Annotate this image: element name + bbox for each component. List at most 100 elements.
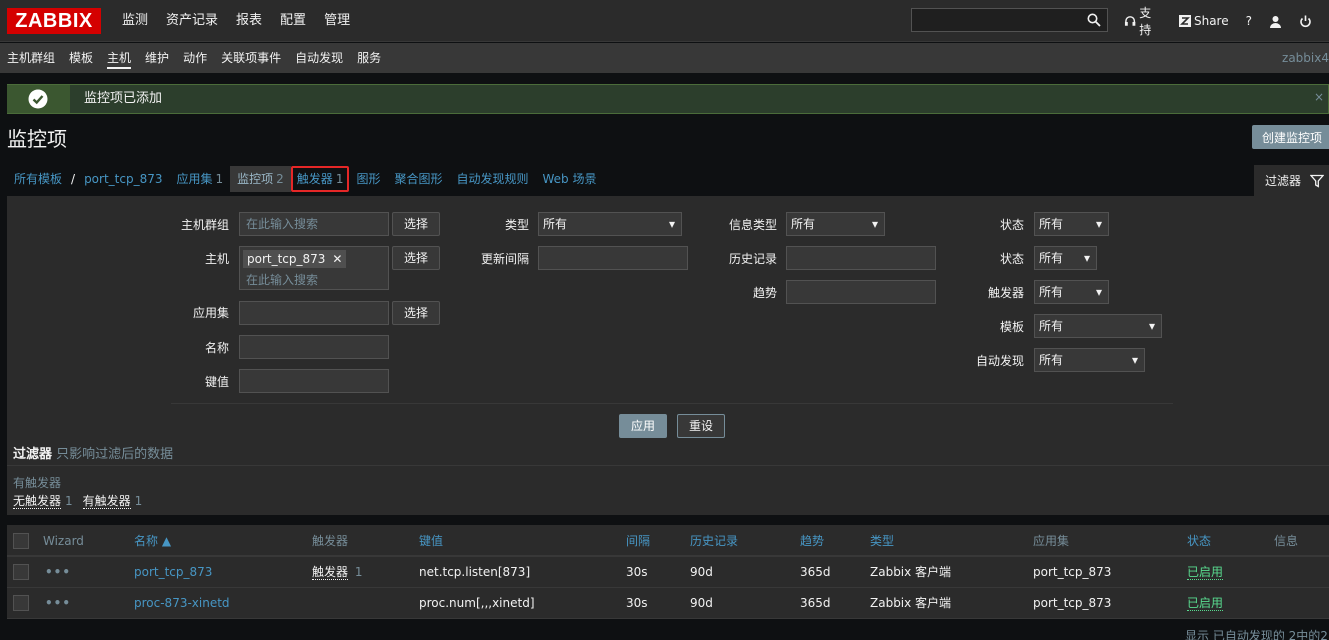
type-select[interactable]: 所有	[538, 212, 682, 236]
row-checkbox[interactable]	[13, 595, 29, 611]
menu-reports[interactable]: 报表	[227, 0, 271, 42]
submenu-maintenance[interactable]: 维护	[138, 43, 176, 73]
subfilter-links: 无触发器 1 有触发器 1	[13, 492, 142, 509]
apply-button[interactable]: 应用	[619, 414, 667, 438]
type-label: 类型	[504, 218, 529, 232]
filter-funnel-icon	[1310, 174, 1325, 188]
zabbix-share-icon	[1178, 15, 1191, 27]
host-group-input[interactable]: 在此输入搜索	[239, 212, 389, 236]
search-input[interactable]	[911, 8, 1108, 32]
tab-items[interactable]: 监控项 2	[230, 166, 291, 192]
submenu-actions[interactable]: 动作	[176, 43, 214, 73]
submenu-correlation[interactable]: 关联项事件	[214, 43, 288, 73]
tab-web-scenarios[interactable]: Web 场景	[536, 166, 604, 192]
share-label: Share	[1193, 14, 1229, 28]
tab-discovery-rules[interactable]: 自动发现规则	[449, 166, 535, 192]
filter-toggle-tab[interactable]: 过滤器	[1254, 165, 1329, 196]
host-multiselect[interactable]: port_tcp_873 ✕ 在此输入搜索	[239, 246, 389, 290]
host-search-placeholder: 在此输入搜索	[246, 273, 319, 287]
host-group-select-button[interactable]: 选择	[392, 212, 440, 236]
search-icon[interactable]	[1087, 13, 1101, 27]
template-label: 模板	[999, 320, 1024, 334]
close-icon[interactable]: ×	[1314, 85, 1324, 109]
top-navigation: ZABBIX 监测 资产记录 报表 配置 管理 支持 Share ?	[0, 0, 1329, 42]
subfilter-title: 过滤器 只影响过滤后的数据	[13, 443, 173, 462]
submenu-host-groups[interactable]: 主机群组	[0, 43, 62, 73]
application-label: 应用集	[192, 306, 229, 320]
item-status: 已启用	[1187, 588, 1224, 619]
row-menu-icon[interactable]: •••	[45, 588, 71, 619]
tab-triggers-count: 1	[335, 172, 344, 186]
select-all-checkbox[interactable]	[13, 533, 29, 549]
menu-configuration[interactable]: 配置	[271, 0, 315, 42]
item-name-link[interactable]: proc-873-xinetd	[134, 588, 230, 619]
item-triggers-link[interactable]: 触发器	[312, 565, 349, 580]
remove-tag-icon[interactable]: ✕	[332, 250, 342, 268]
state-label: 状态	[999, 218, 1024, 232]
triggers-filter-select[interactable]: 所有	[1034, 280, 1109, 304]
header-status[interactable]: 状态	[1187, 525, 1211, 557]
submenu-templates[interactable]: 模板	[62, 43, 100, 73]
header-history[interactable]: 历史记录	[690, 525, 738, 557]
state-select[interactable]: 所有	[1034, 212, 1109, 236]
sub-navigation: 主机群组 模板 主机 维护 动作 关联项事件 自动发现 服务 zabbix4	[0, 43, 1329, 73]
discovered-select[interactable]: 所有	[1034, 348, 1145, 372]
item-name-link[interactable]: port_tcp_873	[134, 557, 212, 588]
host-select-button[interactable]: 选择	[392, 246, 440, 270]
item-status-toggle[interactable]: 已启用	[1187, 565, 1224, 580]
application-input[interactable]	[239, 301, 389, 325]
trends-input[interactable]	[786, 280, 936, 304]
header-trends[interactable]: 趋势	[800, 525, 824, 557]
header-info: 信息	[1274, 534, 1299, 548]
share-link[interactable]: Share	[1178, 14, 1229, 28]
reset-button[interactable]: 重设	[677, 414, 725, 438]
subfilter-with-triggers-count: 1	[134, 494, 143, 508]
item-triggers-count: 1	[354, 565, 363, 579]
tab-applications[interactable]: 应用集 1	[169, 166, 230, 192]
breadcrumb-all-templates[interactable]: 所有模板	[7, 166, 69, 192]
logout-link[interactable]	[1299, 15, 1312, 28]
history-input[interactable]	[786, 246, 936, 270]
template-select[interactable]: 所有	[1034, 314, 1162, 338]
filter-panel: 主机群组 在此输入搜索 选择 主机 port_tcp_873 ✕ 在此输入搜索 …	[7, 196, 1329, 515]
submenu-services[interactable]: 服务	[350, 43, 388, 73]
help-link[interactable]: ?	[1246, 14, 1252, 28]
item-applications: port_tcp_873	[1033, 596, 1112, 610]
subfilter-no-triggers[interactable]: 无触发器	[13, 494, 62, 509]
host-group-label: 主机群组	[180, 218, 229, 232]
row-checkbox[interactable]	[13, 564, 29, 580]
item-trends: 365d	[800, 596, 831, 610]
submenu-discovery[interactable]: 自动发现	[288, 43, 350, 73]
tab-applications-count: 1	[215, 172, 224, 186]
info-type-select[interactable]: 所有	[786, 212, 885, 236]
breadcrumb-host[interactable]: port_tcp_873	[77, 166, 169, 192]
profile-link[interactable]	[1269, 15, 1282, 28]
support-link[interactable]: 支持	[1124, 4, 1162, 38]
header-name[interactable]: 名称 ▲	[134, 525, 171, 557]
item-applications: port_tcp_873	[1033, 565, 1112, 579]
tab-triggers[interactable]: 触发器 1	[290, 166, 350, 192]
key-input[interactable]	[239, 369, 389, 393]
subfilter-with-triggers[interactable]: 有触发器	[82, 494, 131, 509]
tab-screens[interactable]: 聚合图形	[387, 166, 449, 192]
row-menu-icon[interactable]: •••	[45, 557, 71, 588]
submenu-hosts[interactable]: 主机	[100, 43, 138, 73]
menu-monitoring[interactable]: 监测	[113, 0, 157, 42]
interval-input[interactable]	[538, 246, 688, 270]
create-item-button[interactable]: 创建监控项	[1252, 125, 1329, 149]
tab-graphs[interactable]: 图形	[349, 166, 387, 192]
header-interval[interactable]: 间隔	[626, 525, 650, 557]
zabbix-logo[interactable]: ZABBIX	[7, 8, 101, 34]
menu-inventory[interactable]: 资产记录	[157, 0, 227, 42]
status-select[interactable]: 所有	[1034, 246, 1097, 270]
info-type-label: 信息类型	[728, 218, 777, 232]
host-tag-label: port_tcp_873	[247, 252, 326, 266]
header-type[interactable]: 类型	[870, 525, 894, 557]
item-status-toggle[interactable]: 已启用	[1187, 596, 1224, 611]
check-circle-icon	[28, 89, 48, 109]
menu-administration[interactable]: 管理	[315, 0, 359, 42]
subfilter-divider	[7, 465, 1329, 466]
name-input[interactable]	[239, 335, 389, 359]
header-key[interactable]: 键值	[419, 525, 443, 557]
application-select-button[interactable]: 选择	[392, 301, 440, 325]
